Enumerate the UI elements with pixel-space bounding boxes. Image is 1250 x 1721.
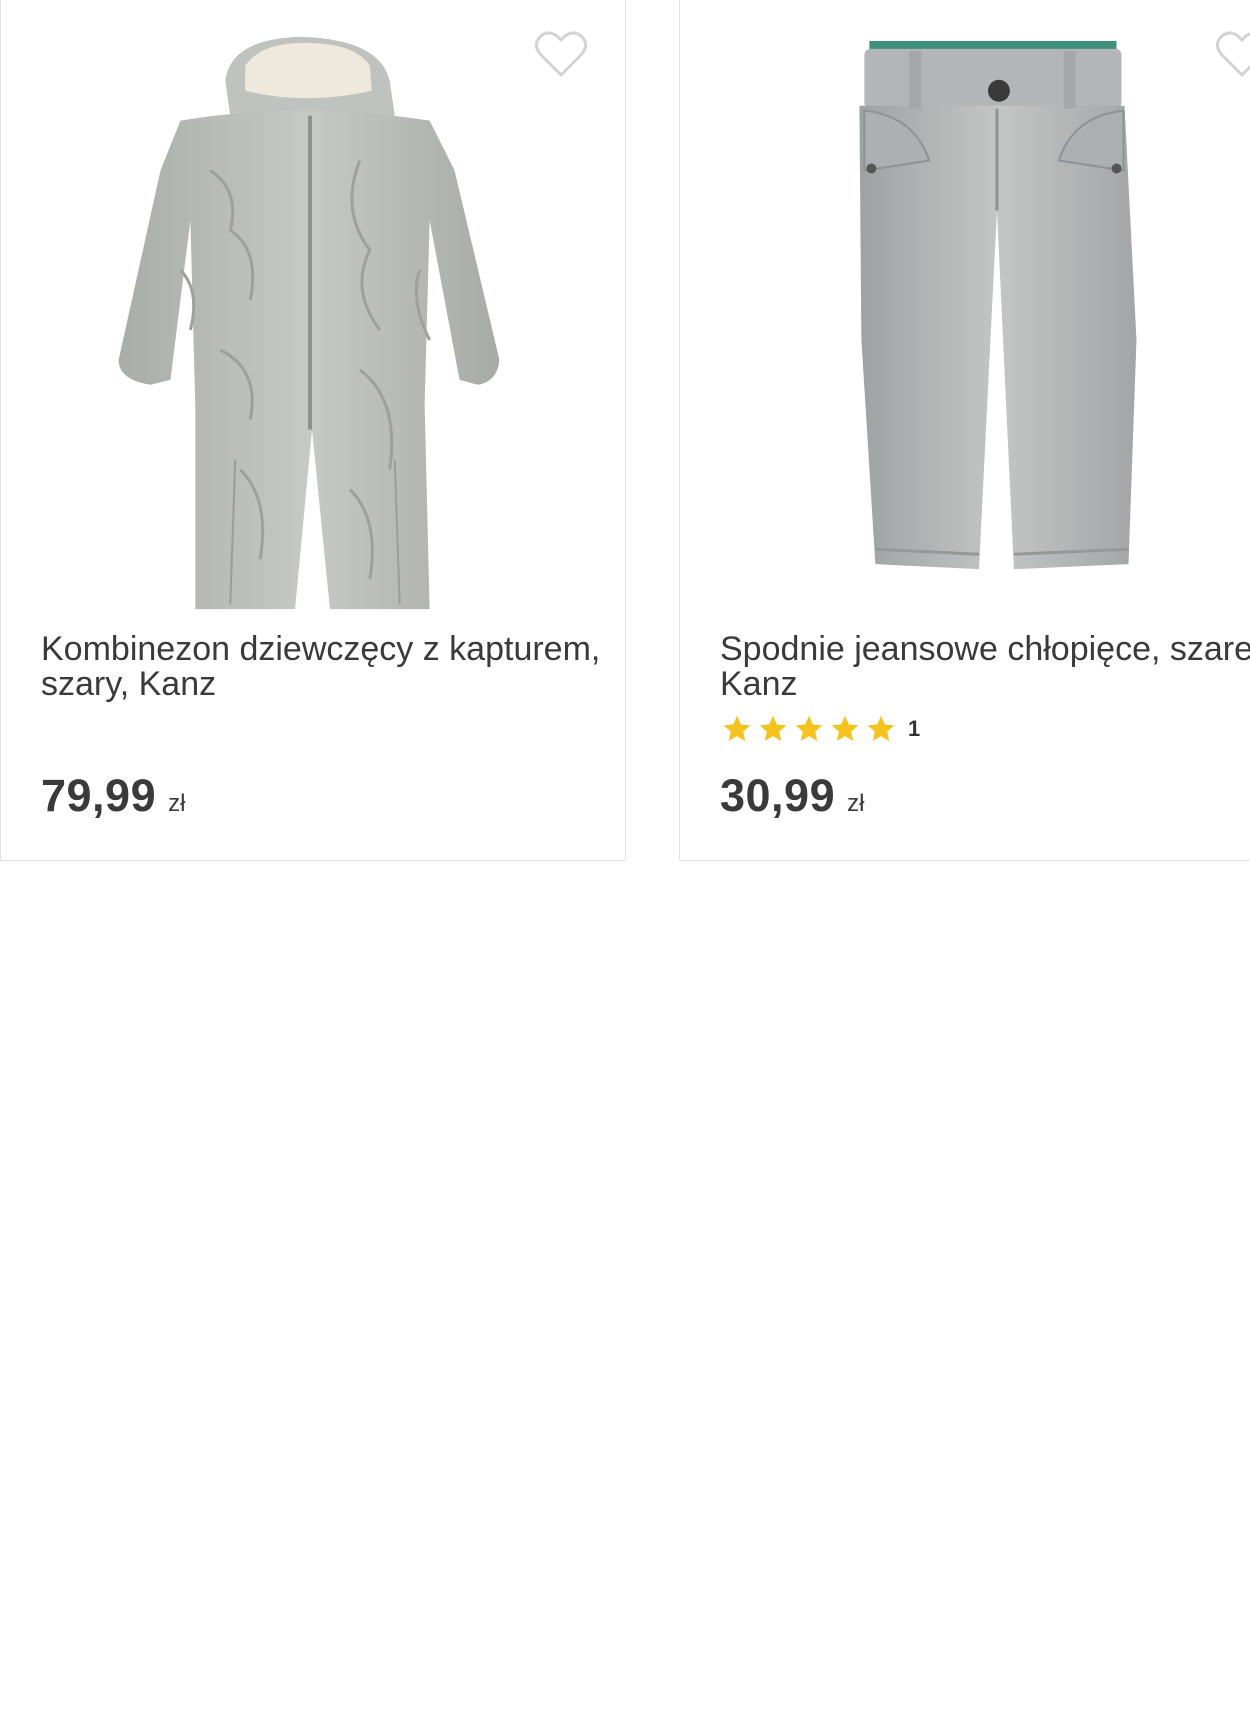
price-currency: zł	[168, 790, 186, 817]
price-value: 30,99	[720, 770, 836, 821]
product-price: 30,99 zł	[720, 770, 864, 822]
product-grid: Kombinezon dziewczęcy z kapturem, szary,…	[0, 0, 1250, 862]
star-icon	[867, 715, 895, 741]
product-card[interactable]: Kombinezon dziewczęcy z kapturem, szary,…	[0, 0, 626, 861]
product-title[interactable]: Spodnie jeansowe chłopięce, szare, Kanz	[720, 632, 1250, 702]
wishlist-heart-icon[interactable]	[1214, 28, 1250, 80]
star-icon	[795, 715, 823, 741]
product-image-snowsuit[interactable]	[1, 20, 625, 620]
product-card[interactable]: Spodnie jeansowe chłopięce, szare, Kanz …	[679, 0, 1250, 861]
price-value: 79,99	[41, 770, 157, 821]
price-currency: zł	[847, 790, 865, 817]
rating-count: 1	[908, 716, 921, 741]
snowsuit-illustration	[118, 36, 500, 610]
product-image-jeans[interactable]	[680, 20, 1250, 620]
product-price: 79,99 zł	[41, 770, 185, 822]
star-icon	[759, 715, 787, 741]
product-rating: 1	[720, 713, 920, 745]
product-title[interactable]: Kombinezon dziewczęcy z kapturem, szary,…	[41, 632, 601, 702]
star-icon	[723, 715, 751, 741]
star-icon	[831, 715, 859, 741]
wishlist-heart-icon[interactable]	[533, 28, 589, 80]
jeans-illustration	[859, 40, 1137, 570]
